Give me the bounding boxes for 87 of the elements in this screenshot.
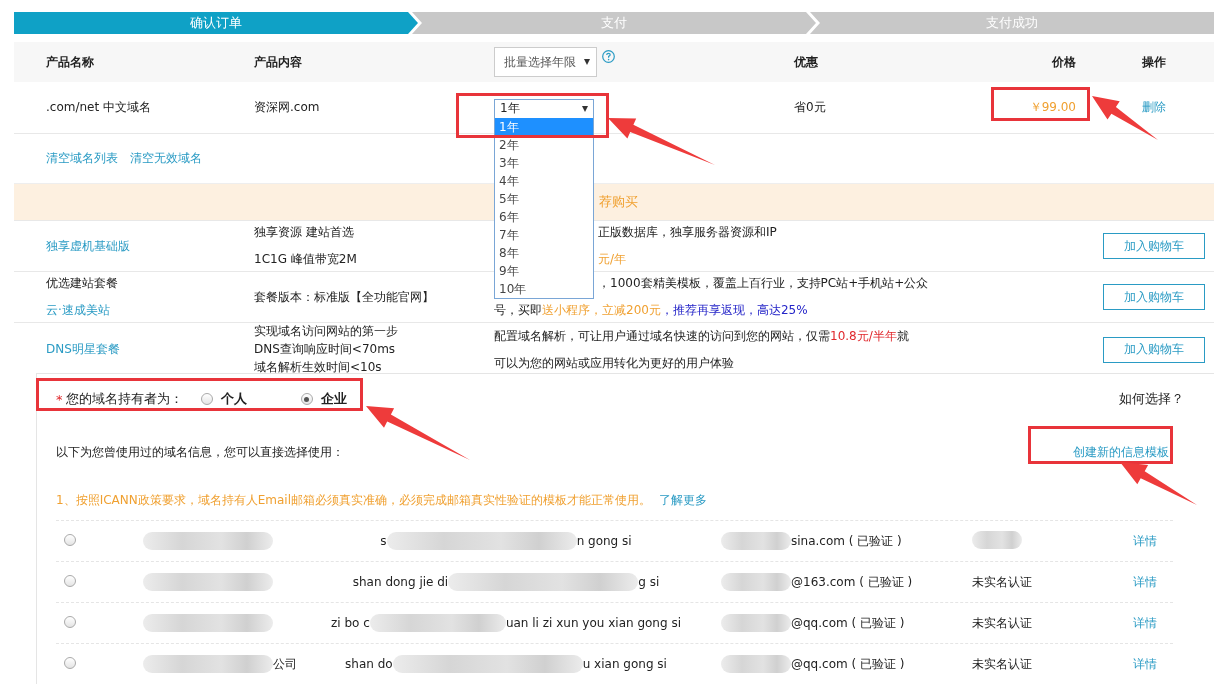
holder-name-text: 公司	[273, 655, 297, 673]
column-header: 产品内容	[254, 53, 303, 71]
details-link[interactable]: 详情	[1133, 656, 1157, 671]
product-title: 优选建站套餐	[46, 275, 119, 292]
dropdown-option[interactable]: 6年	[495, 208, 593, 226]
email-text: @163.com ( 已验证 )	[791, 573, 913, 591]
product-content: 资深网.com	[254, 99, 321, 116]
product-description: 元/年	[598, 251, 627, 268]
verification-status: 未实名认证	[972, 615, 1032, 630]
details-link[interactable]: 详情	[1133, 533, 1157, 548]
product-description: 正版数据库，独享服务器资源和IP	[598, 224, 777, 241]
radio-button[interactable]	[300, 393, 313, 405]
dropdown-option[interactable]: 3年	[495, 154, 593, 172]
product-description: 号，买即送小程序，立减200元，推荐再享返现，高达25%	[494, 302, 808, 319]
holder-pinyin-text: shan do	[345, 657, 393, 671]
clear-list-link[interactable]: 清空域名列表	[46, 150, 118, 167]
product-link[interactable]: 云·速成美站	[46, 302, 254, 319]
product-description: 可以为您的网站或应用转化为更好的用户体验	[494, 354, 734, 372]
radio-label[interactable]: 企业	[320, 390, 347, 408]
product-description: 配置域名解析，可让用户通过域名快速的访问到您的网站，仅需10.8元/半年就	[494, 327, 909, 345]
verification-status: 未实名认证	[972, 574, 1032, 589]
product-feature: 套餐版本：标准版【全功能官网】	[254, 288, 435, 306]
holder-pinyin-text: g si	[638, 575, 660, 589]
radio-button[interactable]	[64, 533, 76, 546]
dropdown-option[interactable]: 7年	[495, 226, 593, 244]
holder-pinyin-text: zi bo c	[331, 616, 370, 630]
radio-button[interactable]	[64, 615, 76, 628]
dropdown-option[interactable]: 5年	[495, 190, 593, 208]
holder-pinyin-text: shan dong jie di	[352, 575, 449, 589]
clear-list-link[interactable]: 清空无效域名	[130, 150, 202, 167]
product-link[interactable]: DNS明星套餐	[46, 341, 254, 358]
intro-text: 以下为您曾使用过的域名信息，您可以直接选择使用：	[56, 443, 344, 461]
price-text: ￥99.00	[1028, 99, 1077, 116]
column-header: 操作	[1141, 53, 1167, 71]
dropdown-option[interactable]: 2年	[495, 136, 593, 154]
product-link[interactable]: 独享虚机基础版	[46, 237, 254, 255]
email-text: @qq.com ( 已验证 )	[791, 614, 905, 632]
discount-text: 省0元	[794, 99, 827, 116]
learn-more-link[interactable]: 了解更多	[659, 491, 707, 509]
dropdown-arrow-icon	[582, 105, 588, 112]
verification-status: 未实名认证	[972, 656, 1032, 671]
create-template-link[interactable]: 创建新的信息模板	[1073, 443, 1169, 461]
product-feature: 1C1G 峰值带宽2M	[254, 251, 358, 268]
dropdown-option[interactable]: 10年	[495, 280, 593, 298]
column-header: 产品名称	[45, 53, 95, 71]
product-feature: 实现域名访问网站的第一步	[254, 323, 399, 340]
product-feature: 域名解析生效时间<10s	[254, 359, 383, 376]
product-name: .com/net 中文域名	[45, 99, 152, 116]
add-to-cart-button[interactable]: 加入购物车	[1103, 233, 1205, 259]
owner-label: 您的域名持有者为：	[65, 390, 183, 408]
blurred-text	[721, 573, 791, 591]
blurred-text	[721, 614, 791, 632]
notice-text: 1、按照ICANN政策要求，域名持有人Email邮箱必须真实准确，必须完成邮箱真实性验证的模板才能正常使用。	[56, 491, 651, 509]
dropdown-option[interactable]: 4年	[495, 172, 593, 190]
dropdown-option[interactable]: 1年	[495, 118, 593, 136]
delete-link[interactable]: 删除	[1142, 100, 1166, 114]
radio-label[interactable]: 个人	[220, 390, 247, 408]
help-text[interactable]: 如何选择？	[1119, 390, 1184, 408]
column-header: 价格	[1051, 53, 1077, 71]
add-to-cart-button[interactable]: 加入购物车	[1103, 336, 1205, 363]
required-mark: *	[56, 391, 63, 407]
holder-pinyin-text: n gong si	[576, 534, 632, 548]
progress-step: 确认订单	[14, 12, 418, 34]
details-link[interactable]: 详情	[1133, 574, 1157, 589]
product-feature: 独享资源 建站首选	[254, 224, 355, 241]
dropdown-option[interactable]: 8年	[495, 244, 593, 262]
email-text: sina.com ( 已验证 )	[791, 532, 902, 550]
email-text: @qq.com ( 已验证 )	[791, 655, 905, 673]
radio-button[interactable]	[200, 393, 213, 405]
radio-button[interactable]	[64, 656, 76, 669]
blurred-text	[721, 655, 791, 673]
dropdown-arrow-icon	[584, 59, 590, 65]
column-header: 优惠	[794, 53, 819, 71]
product-feature: DNS查询响应时间<70ms	[254, 341, 397, 358]
dropdown-option[interactable]: 9年	[495, 262, 593, 280]
bulk-year-select[interactable]: 批量选择年限	[494, 47, 597, 77]
radio-button[interactable]	[64, 574, 76, 587]
help-icon[interactable]	[602, 49, 615, 63]
blurred-text	[721, 532, 791, 550]
recommend-title: 荐购买	[599, 193, 638, 211]
holder-pinyin-text: uan li zi xun you xian gong si	[505, 616, 681, 630]
holder-pinyin-text: u xian gong si	[582, 657, 667, 671]
product-description: ，1000套精美模板，覆盖上百行业，支持PC站+手机站+公众	[598, 275, 929, 292]
details-link[interactable]: 详情	[1133, 615, 1157, 630]
holder-pinyin-text: s	[380, 534, 387, 548]
blurred-text	[972, 530, 1022, 549]
add-to-cart-button[interactable]: 加入购物车	[1103, 284, 1205, 310]
